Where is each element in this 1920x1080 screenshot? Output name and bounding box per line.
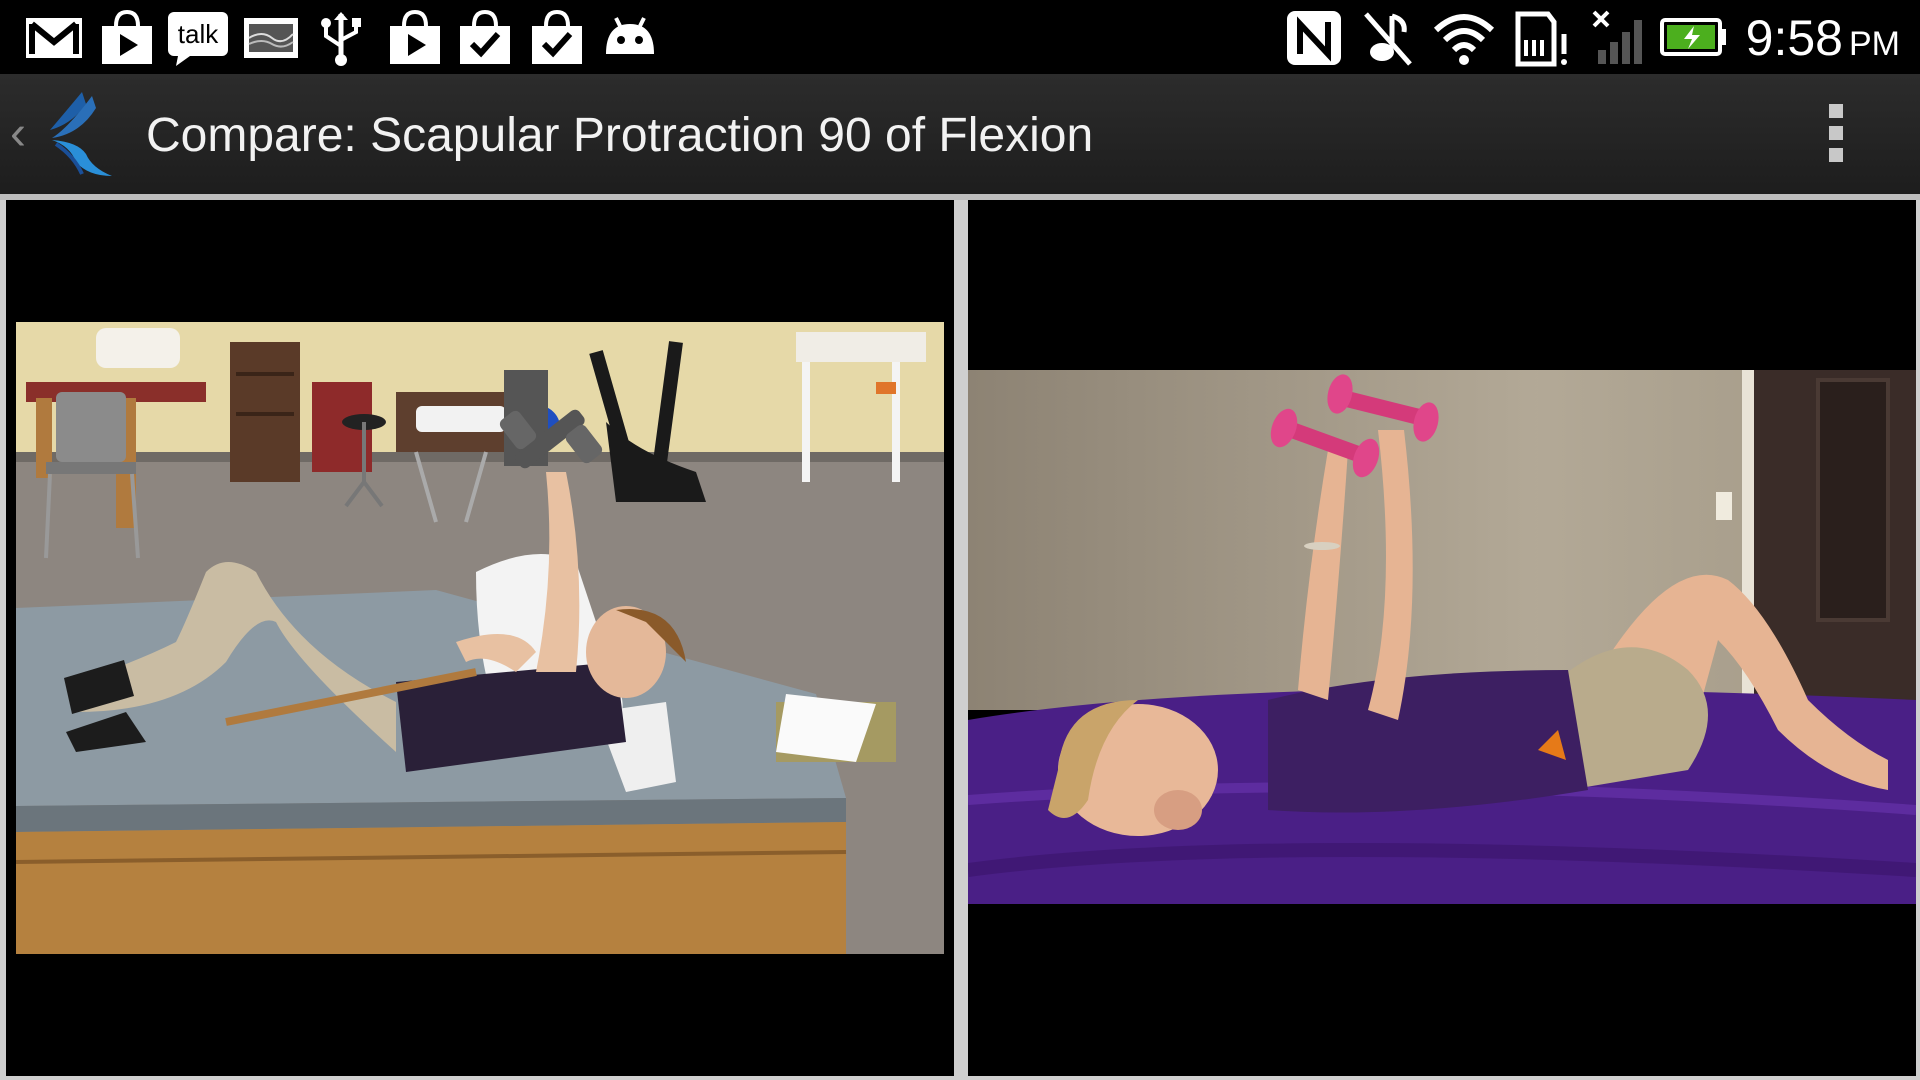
video-right-home[interactable] xyxy=(968,370,1916,904)
up-navigation-caret[interactable]: ‹ xyxy=(10,106,26,162)
clock-ampm: PM xyxy=(1849,25,1900,63)
status-bar: talk 9:58 PM xyxy=(0,0,1920,74)
play-store-icon xyxy=(102,9,152,64)
video-left-clinic[interactable] xyxy=(16,322,944,954)
battery-charging-icon xyxy=(1660,18,1726,56)
app-logo-icon[interactable] xyxy=(42,86,118,182)
gmail-icon xyxy=(26,18,82,58)
action-bar: ‹ Compare: Scapular Protraction 90 of Fl… xyxy=(0,74,1920,196)
nfc-icon xyxy=(1287,11,1341,65)
video-frame-clinic xyxy=(16,322,944,954)
mute-icon xyxy=(1364,12,1412,66)
talk-icon-label: talk xyxy=(178,19,219,49)
play-store-icon xyxy=(390,9,440,64)
android-icon xyxy=(606,17,654,54)
no-signal-icon xyxy=(1592,10,1642,64)
compare-content xyxy=(0,200,1920,1080)
clock: 9:58 PM xyxy=(1746,10,1900,72)
task-done-icon xyxy=(532,9,582,64)
wifi-icon xyxy=(1433,14,1495,65)
clock-time: 9:58 xyxy=(1745,10,1843,66)
screenshot-icon xyxy=(244,18,298,58)
video-pane-left[interactable] xyxy=(6,200,954,1076)
task-done-icon xyxy=(460,9,510,64)
overflow-menu-icon[interactable] xyxy=(1816,104,1856,174)
video-pane-right[interactable] xyxy=(968,200,1916,1076)
page-title: Compare: Scapular Protraction 90 of Flex… xyxy=(146,109,1094,162)
video-frame-home xyxy=(968,370,1916,904)
talk-icon: talk xyxy=(168,12,228,66)
usb-icon xyxy=(321,12,361,66)
sd-card-warning-icon xyxy=(1515,11,1567,67)
